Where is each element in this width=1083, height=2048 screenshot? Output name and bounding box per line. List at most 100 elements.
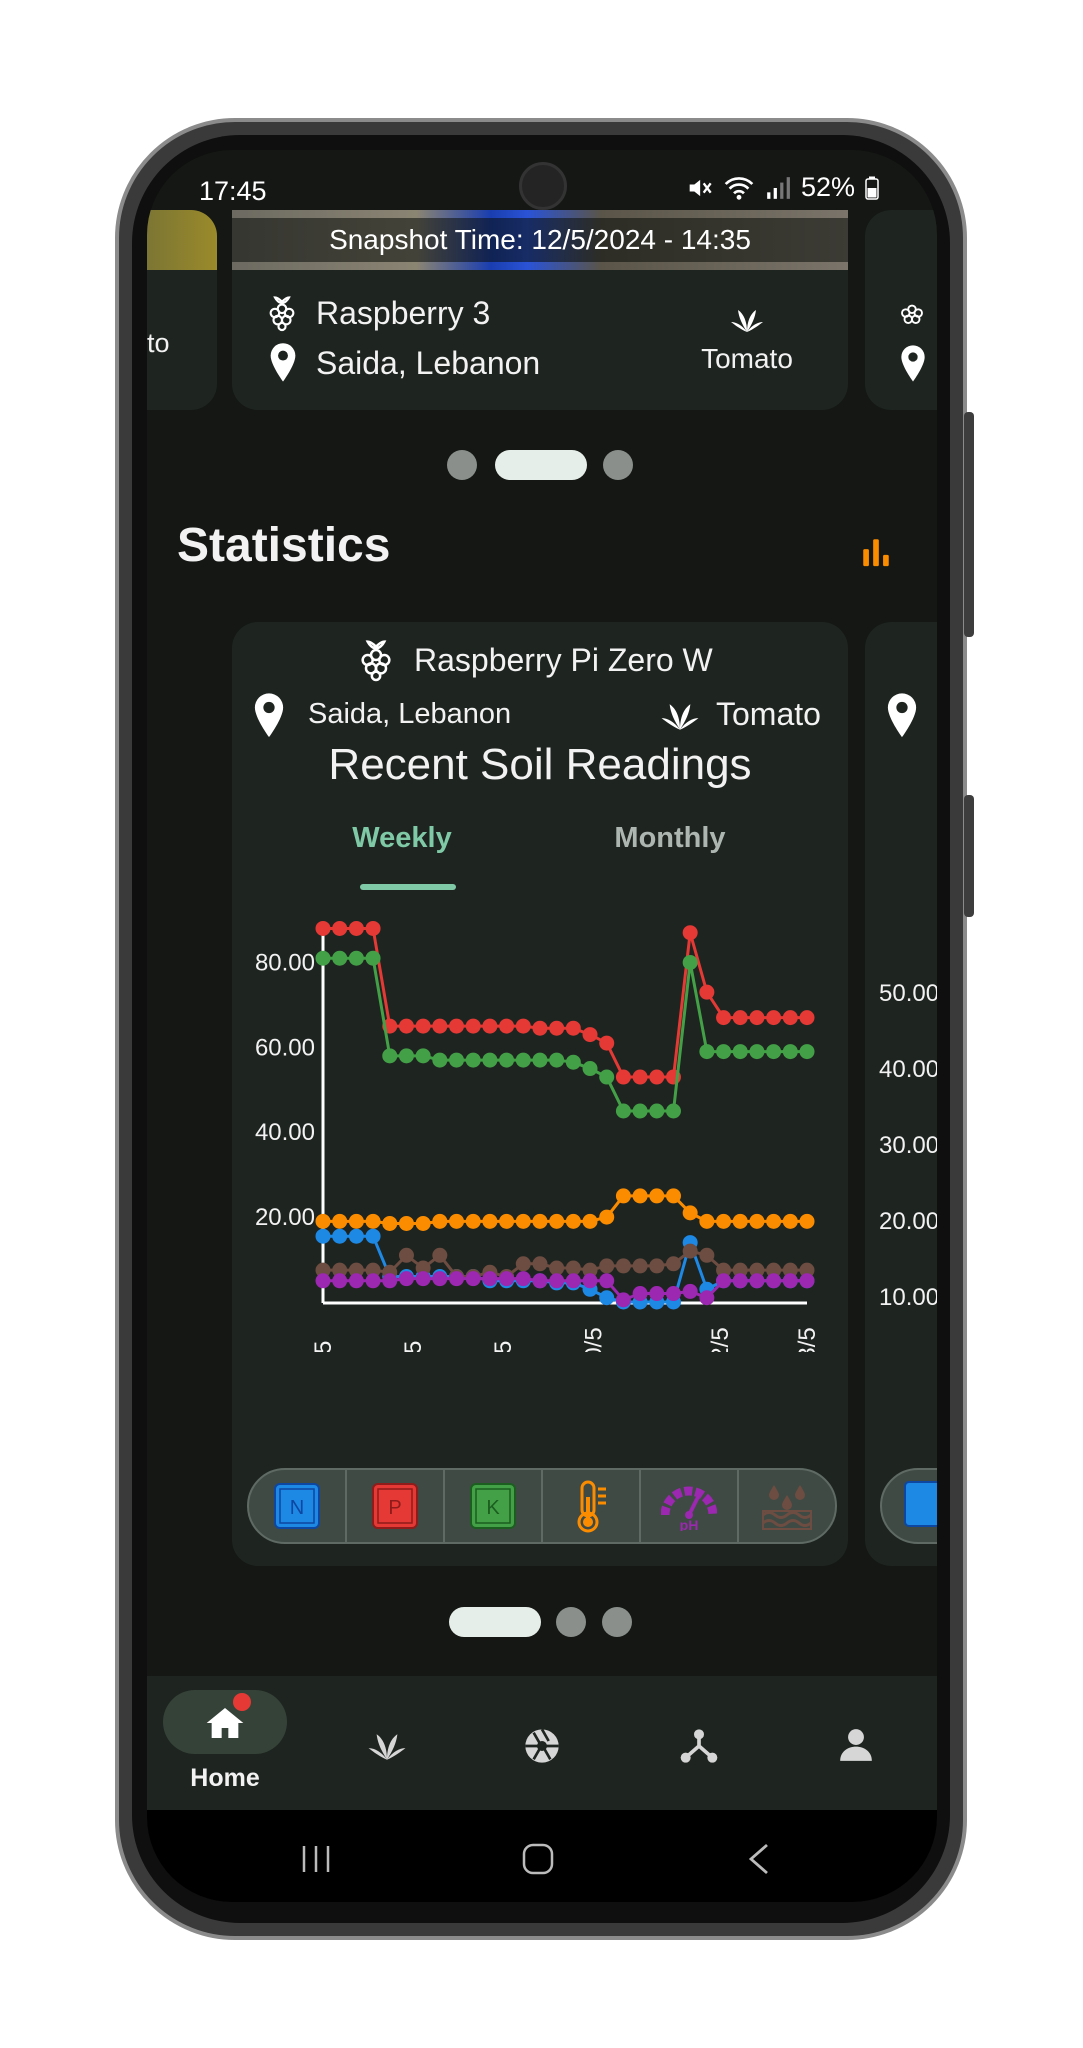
bar-chart-icon[interactable] xyxy=(859,535,893,569)
point-phosphorus xyxy=(799,1010,815,1026)
point-temperature xyxy=(499,1213,515,1229)
sensor-potassium-button[interactable]: K xyxy=(445,1470,543,1542)
thermometer-icon xyxy=(577,1480,606,1533)
carousel-dot[interactable] xyxy=(447,450,477,480)
point-phosphorus xyxy=(699,984,715,1000)
point-phosphorus xyxy=(315,920,331,936)
point-potassium xyxy=(532,1052,548,1068)
point-temperature xyxy=(716,1213,732,1229)
device-photo xyxy=(147,210,217,270)
point-phosphorus xyxy=(682,925,698,941)
status-time: 17:45 xyxy=(199,176,267,206)
back-icon[interactable] xyxy=(747,1843,771,1875)
point-potassium xyxy=(649,1103,665,1119)
sensor-nitrogen-button[interactable]: N xyxy=(249,1470,347,1542)
tab-weekly[interactable]: Weekly xyxy=(332,822,472,855)
point-moisture xyxy=(599,1258,615,1274)
point-temperature xyxy=(398,1215,414,1231)
device-card-prev[interactable]: to xyxy=(147,210,217,410)
point-nitrogen xyxy=(348,1228,364,1244)
point-potassium xyxy=(398,1048,414,1064)
nav-camera-icon[interactable] xyxy=(522,1726,562,1766)
series-line-potassium xyxy=(323,956,807,1113)
device-card[interactable]: Snapshot Time: 12/5/2024 - 14:35 Raspber… xyxy=(232,210,848,410)
x-tick-label: 7/5 xyxy=(310,1341,337,1352)
point-potassium xyxy=(632,1103,648,1119)
carousel-dot[interactable] xyxy=(603,450,633,480)
tab-monthly[interactable]: Monthly xyxy=(590,822,750,855)
point-potassium xyxy=(682,954,698,970)
snapshot-time: Snapshot Time: 12/5/2024 - 14:35 xyxy=(232,218,848,262)
point-ph xyxy=(398,1271,414,1287)
point-temperature xyxy=(766,1213,782,1229)
y-tick-label: 20.00 xyxy=(255,1204,315,1231)
nav-crops-icon[interactable] xyxy=(367,1732,407,1762)
recent-apps-icon[interactable] xyxy=(299,1844,333,1874)
point-nitrogen xyxy=(315,1228,331,1244)
home-button-icon[interactable] xyxy=(521,1842,555,1876)
nav-network-icon[interactable] xyxy=(679,1726,719,1766)
carousel-dot-active[interactable] xyxy=(495,450,587,480)
peek-tick-label: 50.00 xyxy=(879,980,937,1007)
nav-home[interactable] xyxy=(163,1690,287,1754)
point-potassium xyxy=(665,1103,681,1119)
sensor-moisture-button[interactable] xyxy=(739,1470,835,1542)
sensor-ph-button[interactable]: pH xyxy=(641,1470,739,1542)
point-potassium xyxy=(565,1054,581,1070)
statistics-card-next[interactable]: 50.00 40.00 30.00 20.00 10.00 xyxy=(865,622,937,1566)
point-potassium xyxy=(482,1052,498,1068)
point-ph xyxy=(332,1273,348,1289)
stats-dot[interactable] xyxy=(602,1607,632,1637)
point-temperature xyxy=(315,1213,331,1229)
stats-dot-active[interactable] xyxy=(449,1607,541,1637)
point-potassium xyxy=(332,950,348,966)
raspberry-icon xyxy=(901,304,923,324)
stats-crop: Tomato xyxy=(716,696,821,732)
point-potassium xyxy=(782,1044,798,1060)
point-potassium xyxy=(716,1044,732,1060)
point-phosphorus xyxy=(582,1027,598,1043)
point-phosphorus xyxy=(348,920,364,936)
point-temperature xyxy=(432,1213,448,1229)
point-nitrogen xyxy=(599,1290,615,1306)
point-phosphorus xyxy=(482,1018,498,1034)
point-temperature xyxy=(632,1188,648,1204)
point-phosphorus xyxy=(716,1010,732,1026)
point-temperature xyxy=(749,1213,765,1229)
point-phosphorus xyxy=(499,1018,515,1034)
point-potassium xyxy=(799,1044,815,1060)
nav-profile-icon[interactable] xyxy=(837,1726,875,1764)
sensor-phosphorus-button[interactable]: P xyxy=(347,1470,445,1542)
point-phosphorus xyxy=(415,1018,431,1034)
point-ph xyxy=(432,1271,448,1287)
point-ph xyxy=(682,1283,698,1299)
point-temperature xyxy=(449,1213,465,1229)
device-card-next[interactable] xyxy=(865,210,937,410)
point-temperature xyxy=(415,1215,431,1231)
x-tick-label: 10/5 xyxy=(580,1327,607,1352)
location-pin-icon xyxy=(254,693,284,738)
stats-dot[interactable] xyxy=(556,1607,586,1637)
bottom-nav: Home xyxy=(147,1676,937,1810)
point-phosphorus xyxy=(749,1010,765,1026)
power-button xyxy=(964,795,974,917)
point-temperature xyxy=(532,1213,548,1229)
nav-home-label: Home xyxy=(190,1764,260,1792)
point-phosphorus xyxy=(632,1069,648,1085)
point-moisture xyxy=(665,1256,681,1272)
plant-icon xyxy=(731,310,763,332)
point-phosphorus xyxy=(732,1010,748,1026)
point-moisture xyxy=(615,1258,631,1274)
raspberry-icon xyxy=(269,296,295,332)
stats-device-name: Raspberry Pi Zero W xyxy=(414,642,713,678)
point-moisture xyxy=(682,1243,698,1259)
point-temperature xyxy=(699,1213,715,1229)
sensor-temperature-button[interactable] xyxy=(543,1470,641,1542)
statistics-title: Statistics xyxy=(177,519,391,572)
peek-sensor-selector xyxy=(880,1468,937,1544)
point-temperature xyxy=(549,1213,565,1229)
point-temperature xyxy=(465,1213,481,1229)
point-potassium xyxy=(315,950,331,966)
phosphorus-icon: P xyxy=(372,1483,418,1529)
point-potassium xyxy=(432,1052,448,1068)
